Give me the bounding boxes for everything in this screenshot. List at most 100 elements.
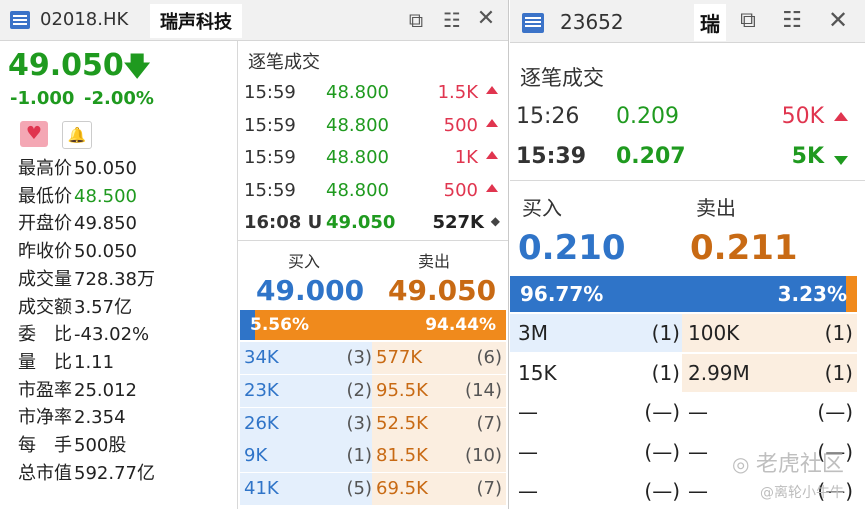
stat-value: 25.012 <box>74 379 137 401</box>
ask-volume: 577K <box>376 347 423 368</box>
stat-label: 总市值 <box>18 462 72 484</box>
ask-pct: 3.23% <box>777 282 847 306</box>
column-divider <box>237 41 238 509</box>
bid-level: 41K (5) <box>240 473 372 506</box>
bid-level: 23K (2) <box>240 374 373 407</box>
settings-icon[interactable]: ☷ <box>440 8 464 32</box>
triangle-up-icon <box>486 86 498 94</box>
trade-row: 15:59 48.800 1.5K <box>244 78 506 110</box>
ask-level: 95.5K (14) <box>372 374 506 407</box>
last-price: 49.050🡇 <box>8 48 151 83</box>
bell-icon[interactable]: 🔔 <box>62 121 92 149</box>
triangle-up-icon <box>486 183 498 192</box>
bid-volume: 34K <box>244 347 279 368</box>
ask-volume: 95.5K <box>376 379 428 401</box>
stat-row: 昨收价 50.050 <box>18 237 137 263</box>
close-icon[interactable]: ✕ <box>474 6 498 31</box>
trade-time: 15:59 <box>244 82 296 103</box>
trade-volume: 500 <box>443 179 478 201</box>
bid-orders: (2) <box>346 379 373 401</box>
ask-level: — (—) <box>682 393 857 431</box>
bid-level: 9K (1) <box>240 440 373 473</box>
bid-level: — (—) <box>510 472 682 509</box>
trade-price: 48.800 <box>326 179 389 201</box>
trade-price: 48.800 <box>326 114 389 136</box>
trade-row: 15:59 48.800 500 <box>244 111 506 143</box>
arrow-down-icon: 🡇 <box>123 52 151 82</box>
bid-volume: 15K <box>518 360 557 385</box>
right-quote-window: 23652 瑞 ⧉ ☷ ✕ 逐笔成交 15:26 0.209 50K 15:39 0.2… <box>510 0 865 509</box>
ask-orders: (7) <box>476 412 503 434</box>
trade-price: 49.050 <box>326 212 396 233</box>
ask-orders: (1) <box>824 360 853 385</box>
trade-time: 15:59 <box>244 147 296 168</box>
stat-row: 市盈率 25.012 <box>18 376 137 402</box>
stat-value: 49.850 <box>74 213 137 235</box>
bid-level: 3M (1) <box>510 314 682 352</box>
bid-price: 0.210 <box>518 228 626 268</box>
bid-orders: (—) <box>644 439 680 464</box>
trade-time: 15:59 <box>244 114 296 136</box>
left-titlebar: 02018.HK 瑞声科技 ⧉ ☷ ✕ <box>0 0 508 41</box>
divider <box>238 240 508 241</box>
watermark-brand: ◎ 老虎社区 <box>732 452 844 477</box>
ask-volume: 81.5K <box>376 445 428 467</box>
ask-volume: 69.5K <box>376 478 428 500</box>
bid-price: 49.000 <box>256 274 365 307</box>
stat-label: 市净率 <box>18 407 72 429</box>
stat-value: 3.57亿 <box>74 296 133 318</box>
left-quote-window: 02018.HK 瑞声科技 ⧉ ☷ ✕ 49.050🡇 -1.000 -2.00… <box>0 0 509 509</box>
ask-level: 52.5K (7) <box>372 407 506 440</box>
triangle-down-icon <box>834 156 848 165</box>
tab-code[interactable]: 02018.HK <box>40 9 128 30</box>
trade-row: 15:26 0.209 50K <box>516 102 856 138</box>
bid-pct: 5.56% <box>250 315 309 335</box>
tab-name[interactable]: 瑞声科技 <box>150 4 242 38</box>
ask-level: 2.99M (1) <box>682 353 857 392</box>
trades-title: 逐笔成交 <box>520 66 604 90</box>
right-titlebar: 23652 瑞 ⧉ ☷ ✕ <box>510 0 865 43</box>
trade-price: 0.207 <box>616 144 686 169</box>
bid-volume: — <box>518 400 538 424</box>
stat-row: 开盘价 49.850 <box>18 209 137 235</box>
stat-label: 每 手 <box>18 435 72 456</box>
ask-volume: 52.5K <box>376 412 428 434</box>
bid-level: — (—) <box>510 433 682 471</box>
tab-name[interactable]: 瑞 <box>694 4 726 41</box>
bid-volume: 26K <box>244 412 279 434</box>
ask-orders: (14) <box>465 379 502 401</box>
trade-volume: 50K <box>781 104 824 129</box>
stat-row: 成交量 728.38万 <box>18 265 155 291</box>
bid-orders: (1) <box>651 360 680 385</box>
popout-icon[interactable]: ⧉ <box>736 8 760 33</box>
stat-label: 昨收价 <box>18 241 72 263</box>
popout-icon[interactable]: ⧉ <box>404 8 428 32</box>
triangle-up-icon <box>486 151 498 159</box>
stat-label: 最低价 <box>18 185 72 207</box>
stat-label: 市盈率 <box>18 379 72 401</box>
bid-volume: — <box>518 439 538 464</box>
bid-ask-ratio-bar: 5.56% 94.44% <box>240 310 506 340</box>
trade-volume: 1.5K <box>437 82 478 103</box>
bid-volume: 9K <box>244 445 268 467</box>
bid-orders: (—) <box>644 400 680 424</box>
stat-row: 总市值 592.77亿 <box>18 459 155 485</box>
ask-level: 69.5K (7) <box>372 473 506 506</box>
heart-icon[interactable]: ♥ <box>20 121 48 147</box>
trade-time: 16:08 U <box>244 212 323 233</box>
bid-volume: 3M <box>518 321 548 345</box>
stat-value: 1.11 <box>74 351 115 373</box>
ask-orders: (7) <box>476 478 503 500</box>
close-icon[interactable]: ✕ <box>826 6 850 34</box>
trade-volume: 527K <box>432 212 484 233</box>
stat-label: 最高价 <box>18 158 72 179</box>
bid-orders: (1) <box>651 321 680 345</box>
bid-volume: 23K <box>244 379 279 401</box>
settings-icon[interactable]: ☷ <box>780 8 804 33</box>
watermark-logo-icon: ◎ <box>732 452 756 476</box>
bid-orders: (3) <box>346 412 373 434</box>
bid-orders: (1) <box>346 445 373 467</box>
tab-code[interactable]: 23652 <box>560 10 624 34</box>
stat-value: 2.354 <box>74 407 126 429</box>
bid-level: 26K (3) <box>240 407 373 440</box>
